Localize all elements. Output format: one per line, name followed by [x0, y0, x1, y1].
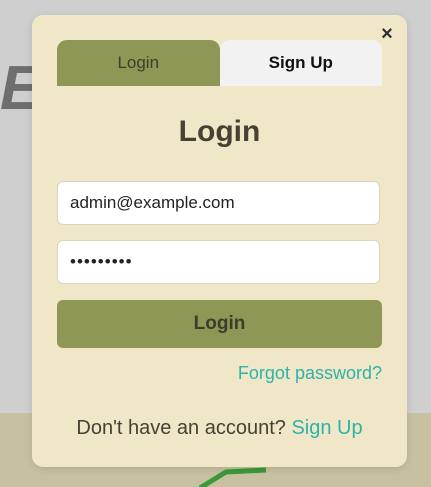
- password-field[interactable]: [57, 240, 380, 284]
- tab-login[interactable]: Login: [57, 40, 220, 86]
- signup-link[interactable]: Sign Up: [291, 417, 362, 439]
- login-modal: × Login Sign Up Login Login Forgot passw…: [32, 15, 407, 467]
- signup-prompt-text: Don't have an account?: [76, 417, 292, 439]
- login-button[interactable]: Login: [57, 300, 382, 348]
- forgot-password-link[interactable]: Forgot password?: [238, 363, 382, 384]
- tab-signup[interactable]: Sign Up: [219, 40, 382, 86]
- email-field[interactable]: [57, 181, 380, 225]
- signup-prompt: Don't have an account? Sign Up: [32, 417, 407, 440]
- auth-tabs: Login Sign Up: [57, 40, 382, 86]
- form-title: Login: [178, 115, 261, 148]
